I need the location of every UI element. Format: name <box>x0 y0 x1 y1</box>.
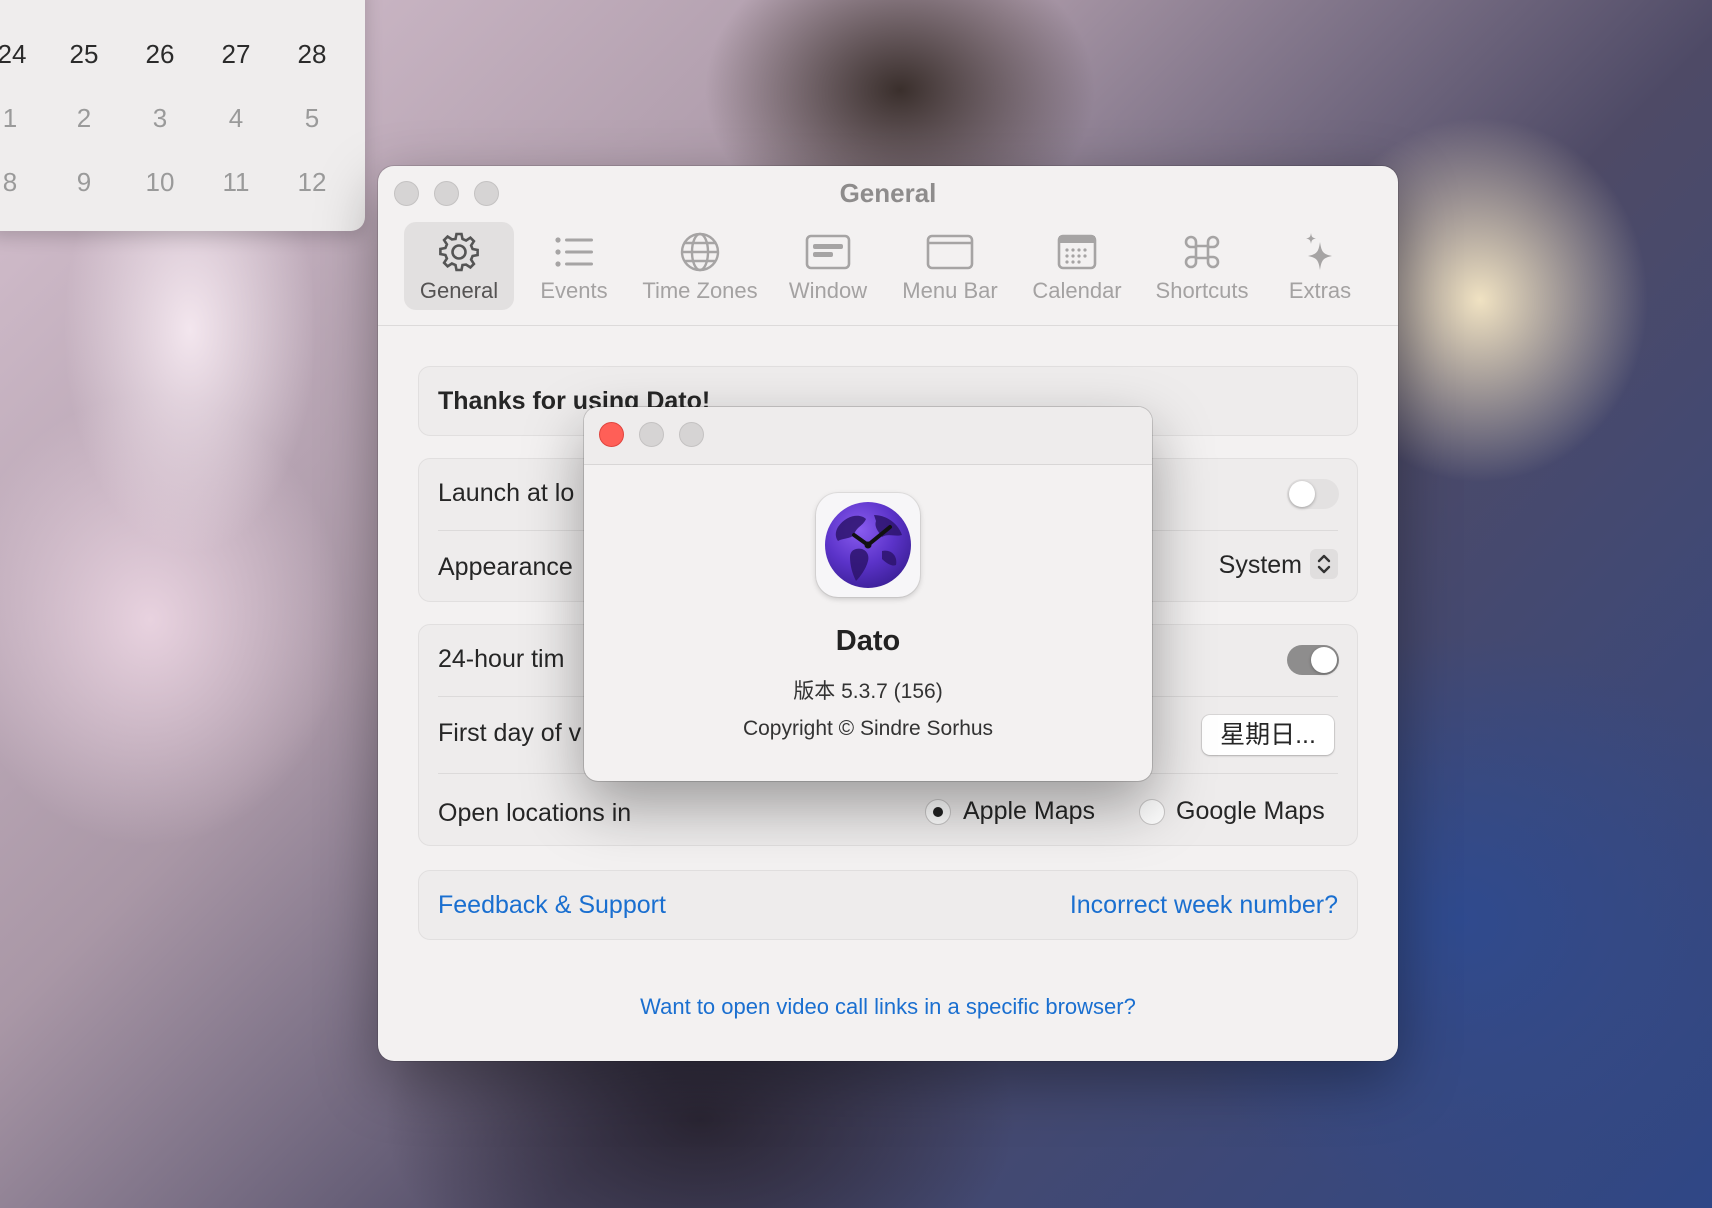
tab-time-zones[interactable]: Time Zones <box>632 222 768 310</box>
window-title: General <box>839 178 937 208</box>
window-icon <box>776 230 880 274</box>
minimize-button[interactable] <box>639 422 664 447</box>
hour24-toggle[interactable] <box>1287 645 1339 675</box>
tab-label: General <box>419 278 499 303</box>
tab-label: Window <box>788 278 868 303</box>
tab-label: Menu Bar <box>902 278 998 303</box>
tab-label: Extras <box>1288 278 1352 303</box>
google-maps-radio[interactable] <box>1139 799 1165 825</box>
calendar-day[interactable]: 12 <box>282 162 342 202</box>
tab-events[interactable]: Events <box>524 222 624 310</box>
calendar-day[interactable]: 8 <box>0 162 40 202</box>
toggle-knob <box>1289 481 1315 507</box>
calendar-day[interactable]: 25 <box>54 34 114 74</box>
close-button[interactable] <box>599 422 624 447</box>
calendar-day[interactable]: 9 <box>54 162 114 202</box>
calendar-day[interactable]: 27 <box>206 34 266 74</box>
about-window: Dato 版本 5.3.7 (156) Copyright © Sindre S… <box>584 407 1152 781</box>
command-icon <box>1142 230 1262 274</box>
toolbar: General General Events Time Zones Window… <box>378 166 1398 326</box>
tab-general[interactable]: General <box>404 222 514 310</box>
video-call-link[interactable]: Want to open video call links in a speci… <box>378 994 1398 1020</box>
calendar-day[interactable]: 4 <box>206 98 266 138</box>
calendar-week-row: 1 2 3 4 5 <box>0 98 365 138</box>
tab-extras[interactable]: Extras <box>1270 222 1370 310</box>
calendar-day[interactable]: 1 <box>0 98 40 138</box>
gear-icon <box>404 230 514 274</box>
calendar-week-row: 8 9 10 11 12 <box>0 162 365 202</box>
calendar-day[interactable]: 26 <box>130 34 190 74</box>
zoom-button[interactable] <box>679 422 704 447</box>
app-name: Dato <box>835 625 901 657</box>
tab-menu-bar[interactable]: Menu Bar <box>888 222 1012 310</box>
tab-label: Shortcuts <box>1155 278 1249 303</box>
apple-maps-radio[interactable] <box>925 799 951 825</box>
apple-maps-label[interactable]: Apple Maps <box>963 797 1095 826</box>
calendar-day[interactable]: 28 <box>282 34 342 74</box>
chevron-up-down-icon <box>1310 549 1338 580</box>
tab-label: Events <box>540 278 608 303</box>
launch-at-login-toggle[interactable] <box>1287 479 1339 509</box>
app-copyright: Copyright © Sindre Sorhus <box>742 717 994 740</box>
calendar-day[interactable]: 24 <box>0 34 42 74</box>
list-icon <box>524 230 624 274</box>
first-day-button[interactable]: 星期日... <box>1202 715 1334 755</box>
sparkles-icon <box>1270 230 1370 274</box>
launch-at-login-label: Launch at lo <box>438 479 575 507</box>
tab-label: Time Zones <box>642 278 758 303</box>
google-maps-label[interactable]: Google Maps <box>1176 797 1325 826</box>
tab-shortcuts[interactable]: Shortcuts <box>1142 222 1262 310</box>
globe-icon <box>632 230 768 274</box>
app-icon <box>816 493 920 597</box>
tab-label: Calendar <box>1032 278 1122 303</box>
tab-window[interactable]: Window <box>776 222 880 310</box>
tab-calendar[interactable]: Calendar <box>1018 222 1136 310</box>
feedback-link[interactable]: Feedback & Support <box>438 891 666 920</box>
appearance-value: System <box>1218 551 1302 579</box>
appearance-label: Appearance <box>438 553 573 581</box>
calendar-day[interactable]: 2 <box>54 98 114 138</box>
calendar-day[interactable]: 10 <box>130 162 190 202</box>
calendar-day[interactable]: 11 <box>206 162 266 202</box>
links-card: Feedback & Support Incorrect week number… <box>418 870 1358 940</box>
clock-globe-icon <box>825 502 911 588</box>
calendar-day[interactable]: 5 <box>282 98 342 138</box>
menubar-icon <box>888 230 1012 274</box>
hour24-label: 24-hour tim <box>438 645 565 673</box>
week-number-link[interactable]: Incorrect week number? <box>1070 891 1338 920</box>
app-version: 版本 5.3.7 (156) <box>793 680 943 703</box>
calendar-day[interactable]: 3 <box>130 98 190 138</box>
appearance-popup[interactable]: System <box>1218 549 1338 581</box>
first-day-label: First day of v <box>438 719 582 747</box>
mini-calendar-widget: 24 25 26 27 28 1 2 3 4 5 8 9 10 11 12 <box>0 0 365 231</box>
about-titlebar <box>584 407 1152 465</box>
toggle-knob <box>1311 647 1337 673</box>
open-locations-label: Open locations in <box>438 799 632 827</box>
calendar-icon <box>1018 230 1136 274</box>
calendar-week-row: 24 25 26 27 28 <box>0 34 365 74</box>
